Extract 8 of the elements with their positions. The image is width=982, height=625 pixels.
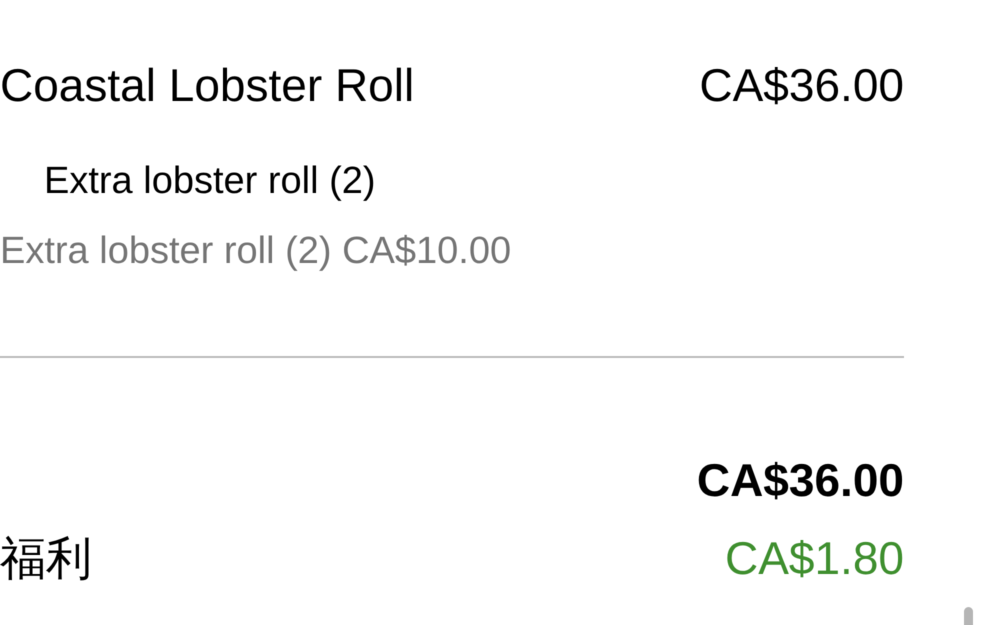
scrollbar-thumb[interactable] <box>964 607 973 625</box>
adjustment-amount: CA$1.80 <box>724 530 904 586</box>
adjustment-label: 福利 <box>0 530 92 586</box>
item-name: Coastal Lobster Roll <box>0 58 414 113</box>
modifier-detail: Extra lobster roll (2) CA$10.00 <box>0 228 512 274</box>
item-price: CA$36.00 <box>699 58 904 113</box>
subtotal-amount: CA$36.00 <box>696 453 904 508</box>
modifier-title: Extra lobster roll (2) <box>44 159 376 204</box>
